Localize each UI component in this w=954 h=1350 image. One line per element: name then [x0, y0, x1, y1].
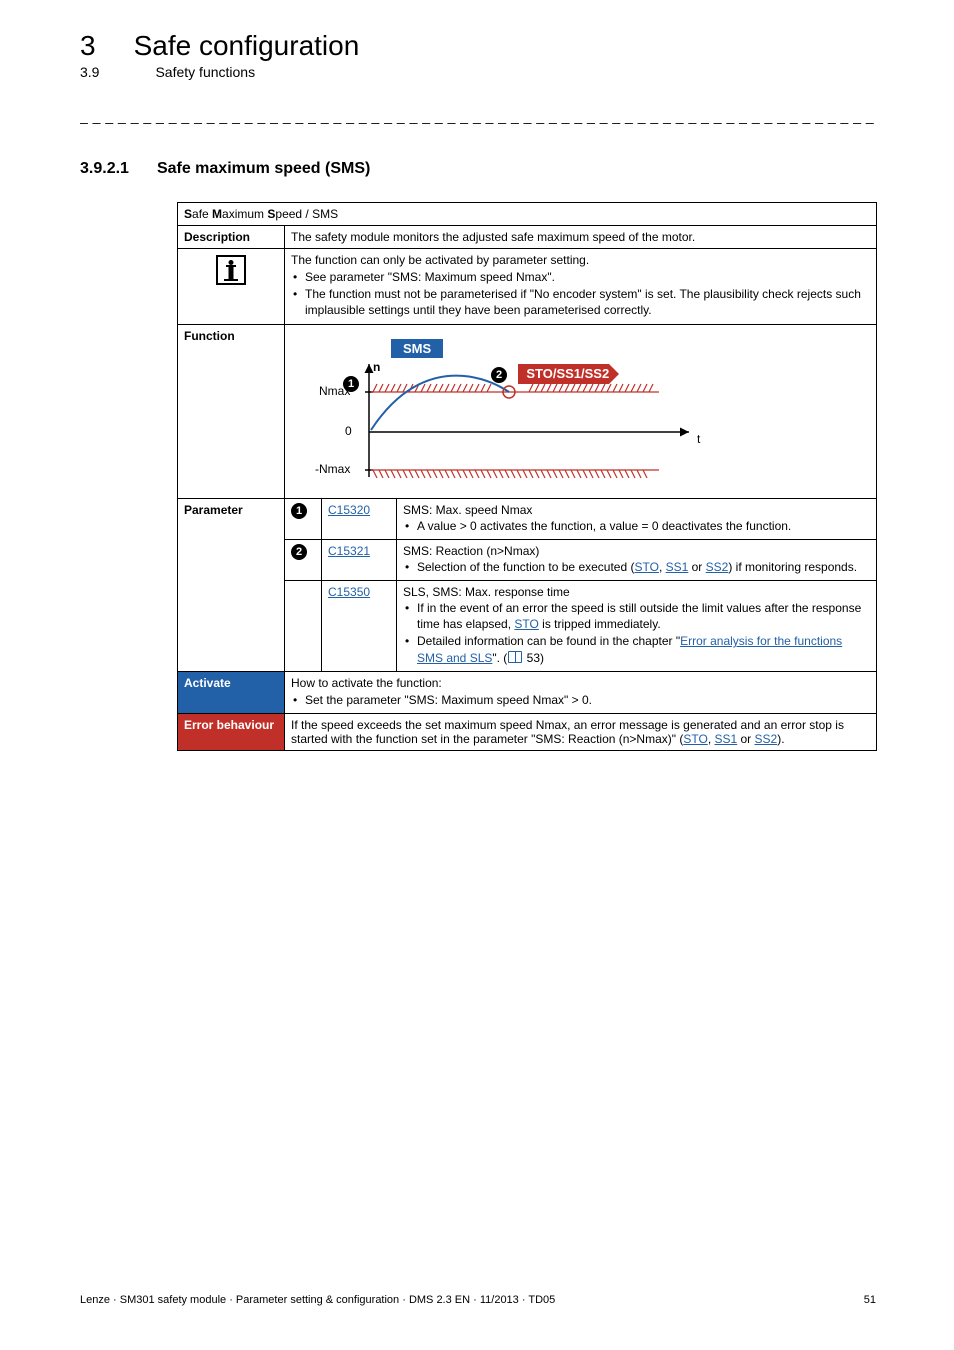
param-desc-cell: SMS: Reaction (n>Nmax) Selection of the …: [397, 539, 877, 580]
param-link-c15320[interactable]: C15320: [328, 503, 370, 517]
param-marker-cell: [285, 580, 322, 671]
param-desc-cell: SMS: Max. speed Nmax A value > 0 activat…: [397, 498, 877, 539]
param-code-cell: C15321: [322, 539, 397, 580]
marker-1: 1: [343, 376, 359, 392]
book-icon: [508, 651, 522, 663]
title-part: aximum: [222, 207, 267, 221]
title-part: M: [212, 207, 222, 221]
info-icon: [216, 255, 246, 285]
subsection-title: Safe maximum speed (SMS): [157, 160, 370, 178]
chapter-number: 3: [80, 30, 96, 62]
table-title: Safe Maximum Speed / SMS: [178, 203, 877, 226]
error-cell: If the speed exceeds the set maximum spe…: [285, 713, 877, 750]
subsection-number: 3.9.2.1: [80, 160, 129, 178]
activate-lead: How to activate the function:: [291, 676, 870, 690]
param-bullet: Detailed information can be found in the…: [417, 633, 870, 665]
separator: _ _ _ _ _ _ _ _ _ _ _ _ _ _ _ _ _ _ _ _ …: [80, 108, 876, 124]
info-cell: The function can only be activated by pa…: [285, 249, 877, 325]
function-graph-cell: SMS: [285, 324, 877, 498]
link-ss1[interactable]: SS1: [714, 732, 737, 746]
link-sto[interactable]: STO: [634, 560, 658, 574]
param-title: SMS: Reaction (n>Nmax): [403, 544, 870, 558]
chapter-title: Safe configuration: [134, 30, 360, 62]
section-title: Safety functions: [155, 64, 255, 80]
marker-2: 2: [491, 367, 507, 383]
sto-group: 2 STO/SS1/SS2: [491, 364, 609, 384]
marker-2-icon: 2: [291, 544, 307, 560]
txt: ) if monitoring responds.: [728, 560, 857, 574]
row-label-parameter: Parameter: [178, 498, 285, 671]
activate-cell: How to activate the function: Set the pa…: [285, 671, 877, 713]
sto-badge: STO/SS1/SS2: [518, 364, 609, 384]
activate-bullet: Set the parameter "SMS: Maximum speed Nm…: [305, 692, 870, 708]
txt: ". (: [492, 651, 507, 665]
title-part: S: [184, 207, 192, 221]
param-link-c15321[interactable]: C15321: [328, 544, 370, 558]
param-code-cell: C15320: [322, 498, 397, 539]
sms-badge: SMS: [391, 339, 443, 358]
axis-n: n: [373, 360, 380, 374]
link-sto[interactable]: STO: [514, 617, 538, 631]
param-title: SLS, SMS: Max. response time: [403, 585, 870, 599]
link-ss2[interactable]: SS2: [755, 732, 778, 746]
param-marker-cell: 1: [285, 498, 322, 539]
param-marker-cell: 2: [285, 539, 322, 580]
description-text: The safety module monitors the adjusted …: [285, 226, 877, 249]
footer-left: Lenze · SM301 safety module · Parameter …: [80, 1294, 555, 1306]
marker-1-icon: 1: [291, 503, 307, 519]
txt: or: [737, 732, 754, 746]
info-lead: The function can only be activated by pa…: [291, 253, 870, 267]
info-bullet: The function must not be parameterised i…: [305, 286, 870, 318]
row-label-error: Error behaviour: [178, 713, 285, 750]
txt: Detailed information can be found in the…: [417, 634, 680, 648]
param-desc-cell: SLS, SMS: Max. response time If in the e…: [397, 580, 877, 671]
page-ref: 53): [523, 651, 544, 665]
txt: Selection of the function to be executed…: [417, 560, 634, 574]
info-bullet: See parameter "SMS: Maximum speed Nmax".: [305, 269, 870, 285]
param-link-c15350[interactable]: C15350: [328, 585, 370, 599]
link-sto[interactable]: STO: [683, 732, 707, 746]
axis-neg-nmax: -Nmax: [315, 462, 350, 476]
title-part: afe: [192, 207, 212, 221]
link-ss2[interactable]: SS2: [706, 560, 729, 574]
txt: ,: [659, 560, 666, 574]
txt: or: [688, 560, 705, 574]
row-label-function: Function: [178, 324, 285, 498]
axis-zero: 0: [345, 424, 352, 438]
link-ss1[interactable]: SS1: [666, 560, 689, 574]
txt: is tripped immediately.: [539, 617, 661, 631]
param-code-cell: C15350: [322, 580, 397, 671]
info-icon-cell: [178, 249, 285, 325]
page-footer: Lenze · SM301 safety module · Parameter …: [80, 1294, 876, 1306]
row-label-description: Description: [178, 226, 285, 249]
param-bullet: Selection of the function to be executed…: [417, 559, 870, 575]
param-title: SMS: Max. speed Nmax: [403, 503, 870, 517]
title-part: peed / SMS: [275, 207, 338, 221]
param-bullet: A value > 0 activates the function, a va…: [417, 518, 870, 534]
sms-table: Safe Maximum Speed / SMS Description The…: [177, 202, 877, 751]
footer-page-number: 51: [864, 1294, 876, 1306]
axis-t: t: [697, 432, 700, 446]
txt: ).: [777, 732, 784, 746]
param-bullet: If in the event of an error the speed is…: [417, 600, 870, 632]
section-number: 3.9: [80, 64, 99, 80]
row-label-activate: Activate: [178, 671, 285, 713]
